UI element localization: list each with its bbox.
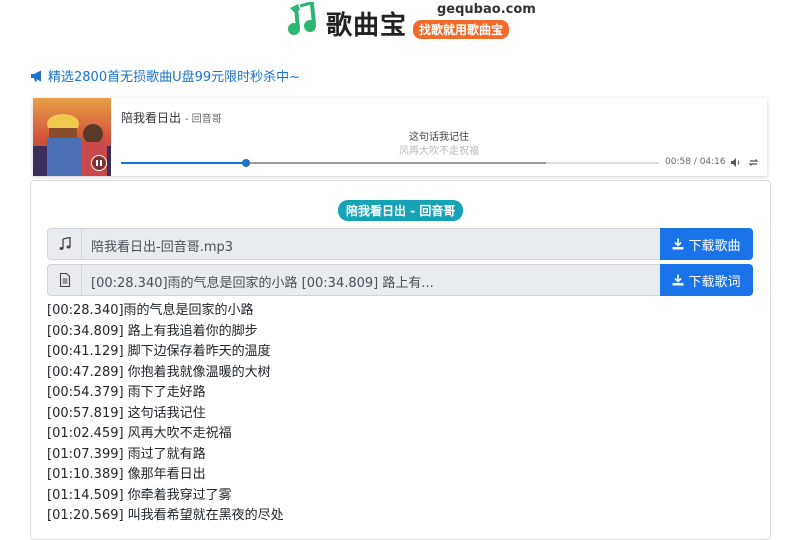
music-icon-prefix bbox=[47, 228, 81, 260]
player-song-title: 陪我看日出 - 回音哥 bbox=[121, 109, 222, 126]
loop-icon[interactable] bbox=[748, 157, 759, 168]
promo-text[interactable]: 精选2800首无损歌曲U盘99元限时秒杀中~ bbox=[48, 66, 300, 85]
next-lyric-line: 风再大吹不走祝福 bbox=[399, 146, 479, 157]
file-text-icon bbox=[59, 273, 71, 287]
music-note-logo-icon[interactable] bbox=[284, 2, 322, 36]
album-cover bbox=[33, 98, 111, 176]
logo-domain: gequbao.com bbox=[437, 2, 536, 17]
lyric-line: [00:28.340]雨的气息是回家的小路 bbox=[47, 303, 254, 318]
lyric-line: [01:20.569] 叫我看希望就在黑夜的尽处 bbox=[47, 508, 284, 523]
logo-text[interactable]: 歌曲宝 bbox=[326, 5, 407, 42]
current-lyric-line: 这句话我记住 bbox=[409, 132, 469, 143]
music-note-icon bbox=[59, 237, 71, 250]
download-lyric-button[interactable]: 下载歌词 bbox=[660, 264, 753, 296]
lyrics-list: [00:28.340]雨的气息是回家的小路 [00:34.809] 路上有我追着… bbox=[47, 301, 284, 527]
player-artist: - 回音哥 bbox=[184, 114, 222, 125]
time-readout: 00:58 / 04:16 bbox=[665, 157, 726, 167]
lyric-line: [00:54.379] 雨下了走好路 bbox=[47, 385, 206, 400]
lyric-line: [00:34.809] 路上有我追着你的脚步 bbox=[47, 323, 258, 339]
lyric-line: [00:57.819] 这句话我记住 bbox=[47, 405, 206, 421]
lyric-line: [00:47.289] 你抱着我就像温暖的大树 bbox=[47, 364, 271, 380]
song-title-badge: 陪我看日出 - 回音哥 bbox=[338, 200, 464, 221]
download-lyric-label: 下载歌词 bbox=[688, 274, 741, 290]
site-header: 歌曲宝 gequbao.com 找歌就用歌曲宝 bbox=[0, 0, 800, 52]
lyric-line: [01:10.389] 像那年看日出 bbox=[47, 467, 206, 482]
lyric-line: [01:07.399] 雨过了就有路 bbox=[47, 446, 206, 462]
lyric-line: [01:14.509] 你牵着我穿过了雾 bbox=[47, 487, 232, 503]
pause-button[interactable] bbox=[91, 155, 107, 171]
song-download-row: 陪我看日出-回音哥.mp3 下载歌曲 bbox=[47, 228, 753, 260]
audio-player: 陪我看日出 - 回音哥 这句话我记住 风再大吹不走祝福 00:58 / 04:1… bbox=[33, 98, 767, 176]
download-icon bbox=[672, 238, 684, 250]
progress-knob[interactable] bbox=[241, 159, 250, 167]
file-icon-prefix bbox=[47, 264, 81, 296]
lyric-line: [00:41.129] 脚下边保存着昨天的温度 bbox=[47, 344, 271, 359]
bullhorn-icon bbox=[31, 70, 41, 81]
lyric-preview-field[interactable]: [00:28.340]雨的气息是回家的小路 [00:34.809] 路上有... bbox=[81, 264, 661, 296]
logo-slogan: 找歌就用歌曲宝 bbox=[413, 20, 510, 39]
volume-icon[interactable] bbox=[730, 157, 741, 168]
played-bar bbox=[121, 162, 246, 164]
download-song-label: 下载歌曲 bbox=[688, 238, 741, 254]
song-filename-field[interactable]: 陪我看日出-回音哥.mp3 bbox=[81, 228, 661, 260]
download-icon bbox=[672, 274, 684, 286]
lyric-download-row: [00:28.340]雨的气息是回家的小路 [00:34.809] 路上有...… bbox=[47, 264, 753, 296]
player-title: 陪我看日出 bbox=[121, 111, 182, 125]
lyric-line: [01:02.459] 风再大吹不走祝福 bbox=[47, 426, 232, 441]
download-song-button[interactable]: 下载歌曲 bbox=[660, 228, 753, 260]
progress-bar[interactable] bbox=[121, 159, 659, 167]
promo-link[interactable]: 精选2800首无损歌曲U盘99元限时秒杀中~ bbox=[30, 66, 300, 85]
